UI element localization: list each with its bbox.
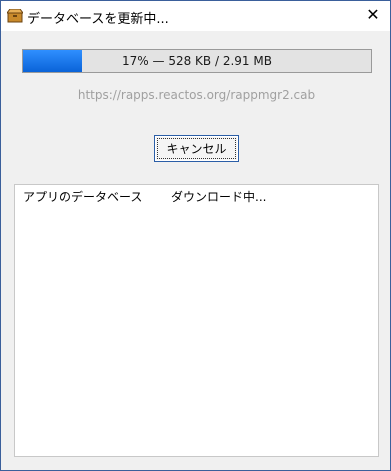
download-dialog: データベースを更新中... ✕ 17% — 528 KB / 2.91 MB h… bbox=[0, 0, 391, 471]
list-item-status: ダウンロード中... bbox=[171, 190, 267, 204]
list-item[interactable]: アプリのデータベース ダウンロード中... bbox=[23, 188, 374, 204]
window-title: データベースを更新中... bbox=[27, 12, 169, 27]
title-bar[interactable]: データベースを更新中... ✕ bbox=[1, 1, 390, 31]
cancel-button-label: キャンセル bbox=[157, 138, 236, 159]
download-progress-bar: 17% — 528 KB / 2.91 MB bbox=[22, 49, 372, 73]
progress-text: 17% — 528 KB / 2.91 MB bbox=[122, 54, 272, 68]
package-icon bbox=[7, 9, 23, 23]
close-button[interactable]: ✕ bbox=[362, 5, 384, 25]
download-list[interactable]: アプリのデータベース ダウンロード中... bbox=[14, 184, 379, 457]
close-icon: ✕ bbox=[366, 5, 380, 24]
list-item-name: アプリのデータベース bbox=[23, 190, 143, 204]
dialog-content: 17% — 528 KB / 2.91 MB https://rapps.rea… bbox=[1, 31, 390, 470]
download-url: https://rapps.reactos.org/rappmgr2.cab bbox=[77, 88, 316, 102]
cancel-button[interactable]: キャンセル bbox=[154, 135, 239, 162]
